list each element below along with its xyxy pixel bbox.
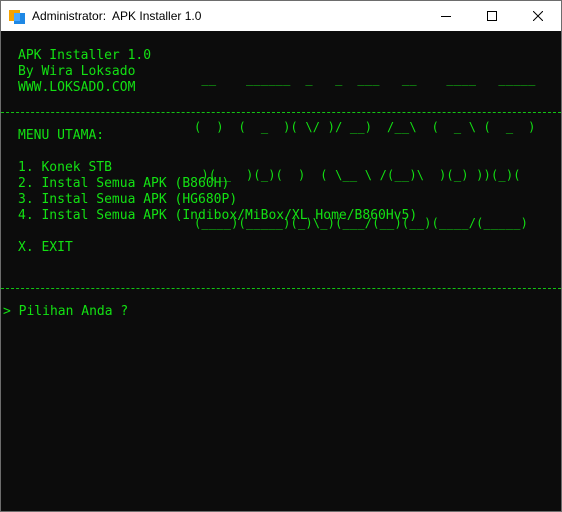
menu-heading: MENU UTAMA: — [18, 128, 105, 143]
author-line: By Wira Loksado — [18, 64, 136, 79]
ascii-logo: __ ______ _ _ ___ __ ____ _____ ( ) ( _ … — [194, 39, 536, 263]
input-prompt[interactable]: > Pilihan Anda ? — [3, 304, 128, 320]
title-bar[interactable]: Administrator: APK Installer 1.0 — [1, 1, 561, 31]
console-window: Administrator: APK Installer 1.0 APK Ins… — [0, 0, 562, 512]
window-title: Administrator: APK Installer 1.0 — [32, 9, 202, 23]
menu-item: 3. Instal Semua APK (HG680P) — [18, 192, 238, 207]
app-name: APK Installer 1.0 — [18, 48, 152, 63]
minimize-button[interactable] — [423, 1, 469, 31]
ascii-logo-line: )(__ )(_)( ) ( \__ \ /(__)\ )(_) ))(_)( — [194, 168, 521, 182]
menu-item: 4. Instal Semua APK (Indibox/MiBox/XL Ho… — [18, 208, 418, 223]
maximize-button[interactable] — [469, 1, 515, 31]
menu-exit: X. EXIT — [18, 240, 73, 255]
divider-top — [1, 112, 561, 113]
close-icon — [533, 11, 543, 21]
ascii-logo-line: ( ) ( _ )( \/ )/ __) /__\ ( _ \ ( _ ) — [194, 120, 536, 134]
menu-item: 1. Konek STB — [18, 160, 112, 175]
divider-bottom — [1, 288, 561, 289]
menu-item: 2. Instal Semua APK (B860H) — [18, 176, 230, 191]
console-output[interactable]: APK Installer 1.0 By Wira Loksado WWW.LO… — [1, 31, 561, 511]
close-button[interactable] — [515, 1, 561, 31]
ascii-logo-line: __ ______ _ _ ___ __ ____ _____ — [194, 72, 536, 86]
website-line: WWW.LOKSADO.COM — [18, 80, 136, 95]
console-app-icon — [9, 8, 25, 24]
minimize-icon — [441, 16, 451, 17]
maximize-icon — [487, 11, 497, 21]
